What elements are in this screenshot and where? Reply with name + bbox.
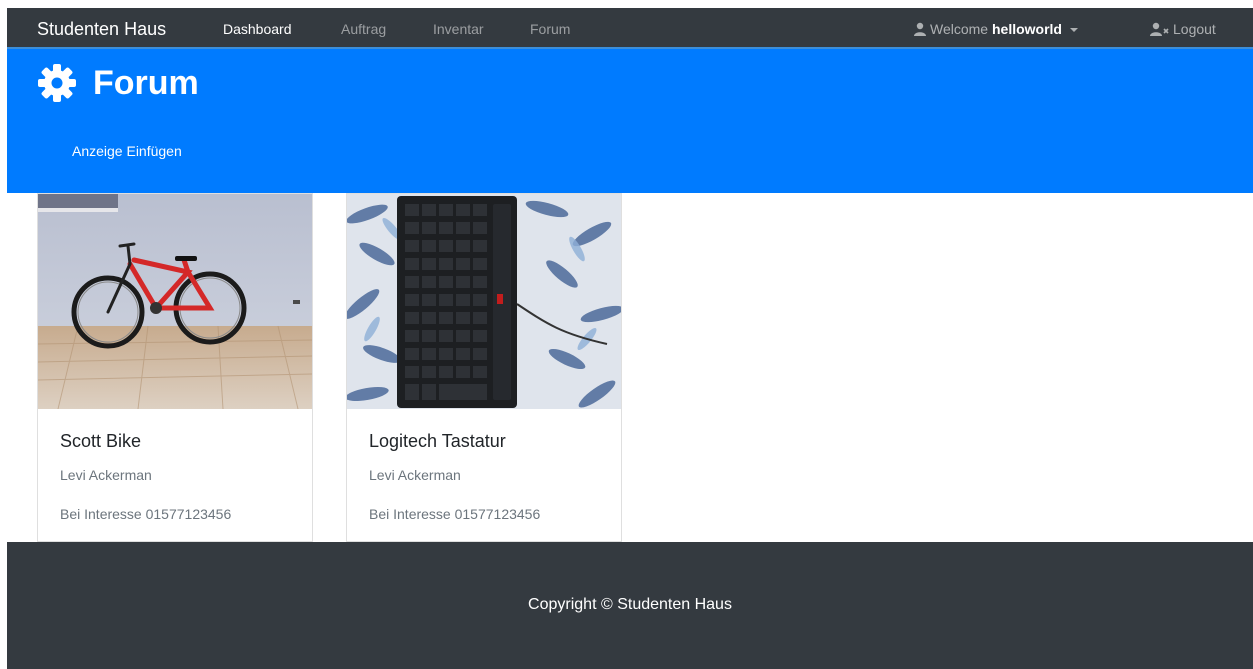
ad-title[interactable]: Logitech Tastatur (369, 430, 506, 452)
logout-link[interactable]: Logout (1150, 20, 1216, 38)
nav-link-dashboard[interactable]: Dashboard (223, 20, 292, 38)
copyright-text: Copyright © Studenten Haus (528, 596, 732, 613)
gear-icon (38, 64, 76, 102)
user-x-icon (1150, 22, 1169, 36)
ad-contact: Bei Interesse 01577123456 (369, 506, 541, 522)
ad-contact: Bei Interesse 01577123456 (60, 506, 232, 522)
page-title-text: Forum (93, 64, 199, 102)
top-navbar: Studenten Haus Dashboard Auftrag Inventa… (7, 8, 1253, 49)
ad-card: Logitech Tastatur Levi Ackerman Bei Inte… (346, 193, 622, 542)
logout-label: Logout (1173, 21, 1216, 37)
ad-image-keyboard (347, 194, 621, 409)
ad-owner: Levi Ackerman (60, 467, 152, 483)
username: helloworld (991, 21, 1062, 37)
page-title: Forum (37, 61, 199, 105)
page-header: Forum Anzeige Einfügen (7, 49, 1253, 193)
brand-link[interactable]: Studenten Haus (37, 18, 166, 40)
ad-owner: Levi Ackerman (369, 467, 461, 483)
user-icon (914, 22, 926, 36)
insert-ad-link[interactable]: Anzeige Einfügen (72, 142, 182, 160)
user-menu-dropdown[interactable]: Welcome helloworld (913, 20, 1078, 38)
ad-card: Scott Bike Levi Ackerman Bei Interesse 0… (37, 193, 313, 542)
nav-link-auftrag[interactable]: Auftrag (341, 20, 386, 38)
nav-link-inventar[interactable]: Inventar (433, 20, 484, 38)
nav-link-forum[interactable]: Forum (530, 20, 570, 38)
page-footer: Copyright © Studenten Haus (7, 542, 1253, 669)
ad-title[interactable]: Scott Bike (60, 430, 141, 452)
page-frame: Studenten Haus Dashboard Auftrag Inventa… (7, 8, 1253, 669)
welcome-text: Welcome (930, 21, 989, 37)
caret-down-icon (1069, 28, 1078, 33)
ad-image-bike (38, 194, 312, 409)
